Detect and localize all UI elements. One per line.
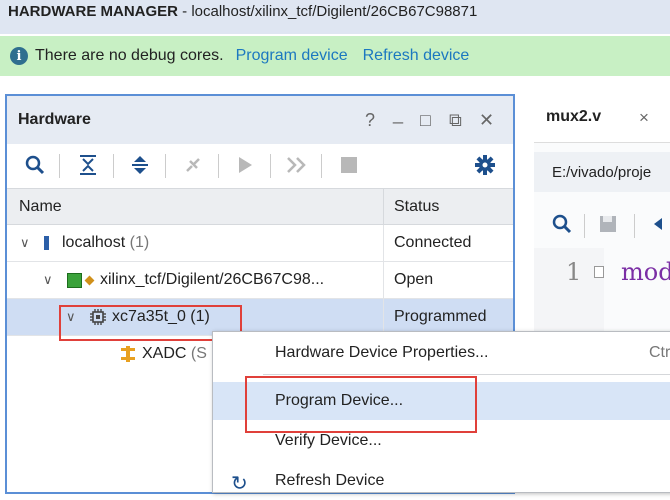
tree-label: xilinx_tcf/Digilent/26CB67C98... (100, 271, 325, 288)
tree-row-jtag-target[interactable]: ∨ xilinx_tcf/Digilent/26CB67C98... Open (7, 262, 513, 299)
program-device-link[interactable]: Program device (236, 47, 348, 65)
file-path: E:/vivado/proje (552, 164, 652, 181)
status-text: Programmed (394, 308, 487, 325)
save-icon[interactable] (598, 214, 618, 239)
arrow-left-icon[interactable] (650, 214, 670, 239)
menu-item-label: Verify Device... (275, 432, 382, 449)
menu-separator (263, 374, 670, 375)
expand-all-icon[interactable] (128, 153, 152, 177)
status-dot-icon (84, 275, 95, 285)
hardware-toolbar (7, 144, 513, 188)
settings-gear-icon[interactable] (473, 153, 497, 177)
help-icon[interactable]: ? (365, 110, 375, 131)
minimize-icon[interactable]: _ (393, 104, 403, 125)
menu-item-shortcut: Ctr (649, 344, 670, 361)
status-text: Connected (394, 234, 472, 251)
app-section-title: HARDWARE MANAGER (8, 3, 178, 20)
file-path-bar: E:/vivado/proje (534, 152, 670, 192)
menu-item-refresh-device[interactable]: ↻ Refresh Device (213, 462, 670, 500)
collapse-all-icon[interactable] (76, 153, 100, 177)
fold-icon[interactable] (594, 266, 604, 278)
code-text[interactable]: mod (621, 258, 670, 286)
menu-item-hardware-device-properties[interactable]: Hardware Device Properties... Ctr (213, 334, 670, 372)
window-title-bar: HARDWARE MANAGER - localhost/xilinx_tcf/… (0, 0, 670, 34)
column-header: Name Status (7, 188, 513, 226)
refresh-icon: ↻ (231, 473, 248, 495)
stop-trigger-icon[interactable] (337, 153, 361, 177)
target-path: - localhost/xilinx_tcf/Digilent/26CB67C9… (178, 3, 478, 20)
status-column-header[interactable]: Status (394, 198, 439, 216)
editor-tab[interactable]: mux2.v × (534, 94, 670, 143)
panel-title: Hardware (18, 111, 91, 128)
line-number: 1 (566, 258, 582, 286)
menu-item-label: Refresh Device (275, 472, 385, 489)
chevron-down-icon[interactable]: ∨ (20, 235, 34, 251)
tree-row-localhost[interactable]: ∨ localhost (1) Connected (7, 225, 513, 262)
close-tab-icon[interactable]: × (639, 108, 649, 128)
annotation-highlight-program-device (245, 376, 477, 433)
editor-toolbar (534, 204, 670, 244)
close-icon[interactable]: ✕ (479, 110, 494, 131)
status-text: Open (394, 271, 434, 288)
info-icon: i (10, 47, 28, 65)
tab-label: mux2.v (546, 108, 602, 125)
server-icon (44, 236, 49, 250)
tree-count: (1) (129, 234, 150, 251)
hardware-panel-header: Hardware ? _ □ ⧉ ✕ (7, 96, 513, 144)
info-message: There are no debug cores. (35, 47, 224, 64)
run-trigger-immediate-icon[interactable] (285, 153, 309, 177)
maximize-icon[interactable]: □ (420, 110, 431, 131)
tree-count: (S (190, 345, 207, 362)
auto-connect-icon[interactable] (181, 153, 205, 177)
tree-label: XADC (142, 345, 187, 362)
float-icon[interactable]: ⧉ (449, 110, 462, 131)
search-icon[interactable] (23, 153, 47, 177)
name-column-header[interactable]: Name (19, 198, 62, 216)
chevron-down-icon[interactable]: ∨ (43, 272, 57, 288)
tree-label: localhost (62, 234, 126, 251)
refresh-device-link[interactable]: Refresh device (363, 47, 470, 65)
menu-item-label: Hardware Device Properties... (275, 344, 489, 361)
xadc-icon (120, 345, 136, 363)
info-bar: i There are no debug cores. Program devi… (0, 36, 670, 76)
search-icon[interactable] (552, 214, 572, 239)
board-icon (67, 272, 82, 288)
run-trigger-icon[interactable] (233, 153, 257, 177)
